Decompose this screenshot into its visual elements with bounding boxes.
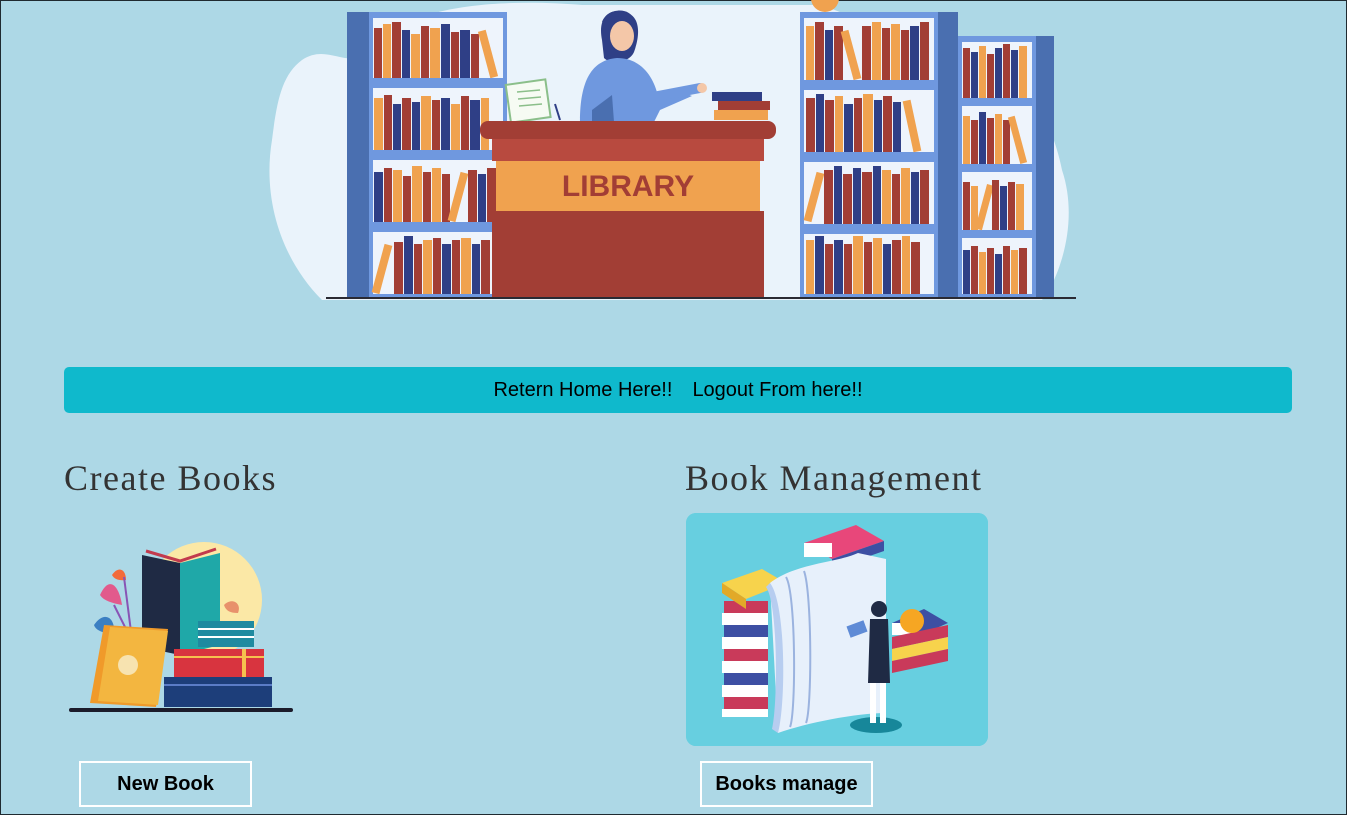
return-home-link[interactable]: Retern Home Here!! <box>493 379 672 402</box>
new-book-button[interactable]: New Book <box>79 761 252 807</box>
library-illustration: LIBRARY <box>269 0 1076 300</box>
book-row <box>963 44 1027 98</box>
library-desk: LIBRARY <box>480 121 776 298</box>
open-book <box>766 553 886 733</box>
book-row <box>963 180 1024 231</box>
book-management-illustration <box>686 513 988 746</box>
create-books-illustration <box>69 542 293 712</box>
library-sign-text: LIBRARY <box>562 170 694 203</box>
book-row <box>806 236 920 294</box>
logout-link[interactable]: Logout From here!! <box>692 379 862 402</box>
create-books-title: Create Books <box>64 458 277 498</box>
nav-bar: Retern Home Here!! Logout From here!! <box>64 367 1292 413</box>
right-bookshelf <box>800 0 1054 298</box>
desk-books <box>712 92 770 120</box>
left-bookshelf <box>347 12 507 298</box>
books-manage-button[interactable]: Books manage <box>700 761 873 807</box>
book-management-title: Book Management <box>685 458 983 498</box>
